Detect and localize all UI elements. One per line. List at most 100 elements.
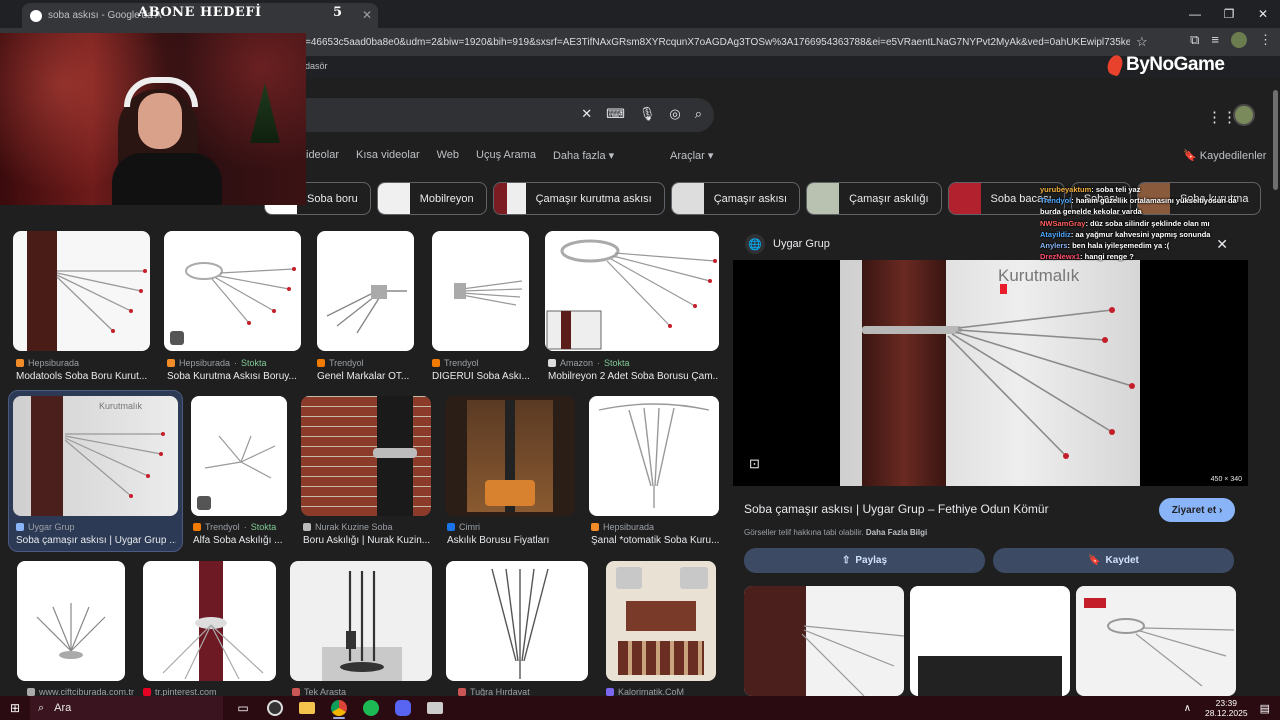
visit-button[interactable]: Ziyaret et › [1159, 498, 1235, 522]
clock[interactable]: 23:39 28.12.2025 [1205, 698, 1248, 718]
result-caption[interactable]: Soba çamaşır askısı | Uygar Grup ... [16, 535, 176, 546]
bookmark-folder[interactable]: dasör [305, 61, 328, 71]
result-caption[interactable]: Soba Kurutma Askısı Boruy... [167, 371, 304, 382]
related-image[interactable] [1076, 586, 1236, 696]
search-nav-tabs: ideolar Kısa videolar Web Uçuş Arama Dah… [306, 149, 631, 162]
profile-icon[interactable] [1231, 32, 1247, 48]
result-image[interactable] [606, 561, 716, 681]
tab-videos[interactable]: ideolar [306, 149, 339, 162]
task-view-icon[interactable]: ▭ [227, 696, 259, 720]
microphone-icon[interactable]: 🎙 [639, 106, 656, 122]
result-image[interactable] [432, 231, 529, 351]
google-favicon-icon [30, 9, 42, 22]
address-bar[interactable]: y=46653c5aad0ba8e0&udm=2&biw=1920&bih=91… [300, 30, 1160, 54]
result-caption[interactable]: Modatools Soba Boru Kurut... [16, 371, 153, 382]
share-button[interactable]: ⇧ Paylaş [744, 548, 985, 573]
lens-badge-icon [170, 331, 184, 345]
result-caption[interactable]: Askılık Borusu Fiyatları [447, 535, 575, 546]
visual-search-icon[interactable]: ⊡ [749, 456, 760, 472]
result-image[interactable] [164, 231, 301, 351]
result-caption[interactable]: Mobilreyon 2 Adet Soba Borusu Çam... [548, 371, 718, 382]
result-caption[interactable]: Genel Markalar OT... [317, 371, 414, 382]
result-caption[interactable]: Boru Askılığı | Nurak Kuzin... [303, 535, 431, 546]
keyboard-icon[interactable]: ⌨ [606, 106, 625, 122]
panel-site[interactable]: 🌐 Uygar Grup [745, 234, 830, 254]
account-avatar[interactable] [1233, 104, 1255, 126]
related-image[interactable] [910, 586, 1070, 696]
saved-button[interactable]: 🔖 Kaydedilenler [1183, 149, 1266, 162]
restore-icon[interactable]: ❐ [1212, 0, 1246, 28]
spotify-icon[interactable] [355, 696, 387, 720]
result-image[interactable] [13, 231, 150, 351]
result-image[interactable] [317, 231, 414, 351]
share-label: Paylaş [855, 555, 888, 566]
result-caption[interactable]: Alfa Soba Askılığı ... [193, 535, 289, 546]
chat-user: Atayildiz [1040, 229, 1071, 239]
more-info-link[interactable]: Daha Fazla Bilgi [866, 528, 927, 537]
result-source: Tek Arasta [304, 687, 347, 696]
result-image[interactable] [143, 561, 276, 681]
bookmark-star-icon[interactable]: ☆ [1136, 34, 1148, 50]
chip[interactable]: Çamaşır askısı [670, 182, 801, 215]
result-caption[interactable]: DIGERUI Soba Askı... [432, 371, 529, 382]
tab-more[interactable]: Daha fazla ▾ [553, 149, 614, 162]
search-box[interactable]: ✕ ⌨ 🎙 ◎ ⌕ [300, 98, 714, 132]
extensions-icon[interactable]: ⧉ [1190, 32, 1199, 48]
menu-icon[interactable]: ⋮ [1259, 32, 1272, 48]
chat-message: burda genelde kekolar varda [1040, 206, 1280, 217]
notification-icon[interactable]: ▤ [1260, 702, 1270, 715]
result-image[interactable]: Kurutmalık [13, 396, 178, 516]
preview-image[interactable]: Kurutmalık [840, 260, 1140, 486]
chrome-icon[interactable] [323, 696, 355, 720]
discord-icon[interactable] [387, 696, 419, 720]
tray-chevron-icon[interactable]: ∧ [1184, 703, 1191, 714]
preview-image-area[interactable]: Kurutmalık ⊡ 450 × 340 [733, 260, 1248, 486]
tools-button[interactable]: Araçlar ▾ [670, 149, 713, 162]
result-source: Amazon [560, 358, 594, 368]
chip-label: Çamaşır askılığı [849, 192, 929, 205]
app-window-icon[interactable] [419, 696, 451, 720]
chat-text: burda genelde kekolar varda [1040, 207, 1142, 217]
minimize-icon[interactable]: — [1178, 0, 1212, 28]
tab-close-icon[interactable]: ✕ [362, 8, 372, 22]
tab-web[interactable]: Web [437, 149, 459, 162]
file-explorer-icon[interactable] [291, 696, 323, 720]
result-image[interactable] [290, 561, 432, 681]
clear-search-icon[interactable]: ✕ [581, 106, 592, 122]
chat-user: yurubeyaktum [1040, 185, 1092, 194]
chip[interactable]: Çamaşır kurutma askısı [492, 182, 665, 215]
page-scrollbar[interactable] [1270, 78, 1280, 696]
copyright-notice: Görseller telif hakkına tabi olabilir. D… [744, 528, 927, 537]
visit-label: Ziyaret et [1171, 504, 1217, 516]
obs-icon[interactable] [259, 696, 291, 720]
tab-flights[interactable]: Uçuş Arama [476, 149, 536, 162]
lens-icon[interactable]: ◎ [669, 106, 680, 122]
tab-short-videos[interactable]: Kısa videolar [356, 149, 420, 162]
result-source: Nurak Kuzine Soba [315, 522, 393, 532]
chip[interactable]: Çamaşır askılığı [806, 182, 942, 215]
stock-badge: Stokta [604, 358, 630, 368]
media-icon[interactable]: ≡ [1211, 32, 1219, 48]
chat-message: Trendyol: hanım güzellik ortalamasını yü… [1040, 195, 1280, 206]
result-caption[interactable]: Şanal *otomatik Soba Kuru... [591, 535, 719, 546]
image-dimensions: 450 × 340 [1210, 476, 1242, 483]
search-icon[interactable]: ⌕ [695, 106, 702, 122]
scrollbar-thumb[interactable] [1273, 90, 1278, 190]
result-image[interactable] [191, 396, 287, 516]
result-image[interactable] [446, 561, 588, 681]
result-image[interactable] [445, 396, 575, 516]
result-image[interactable] [17, 561, 125, 681]
save-button[interactable]: 🔖 Kaydet [993, 548, 1234, 573]
chat-text: : ben hala iyileşemedim ya :( [1067, 241, 1170, 251]
chip[interactable]: Mobilreyon [376, 182, 487, 215]
related-image[interactable] [744, 586, 904, 696]
result-image[interactable] [545, 231, 719, 351]
panel-title[interactable]: Soba çamaşır askısı | Uygar Grup – Fethi… [744, 502, 1049, 516]
result-image[interactable] [301, 396, 431, 516]
clock-date: 28.12.2025 [1205, 708, 1248, 718]
windows-start-icon[interactable]: ⊞ [0, 696, 30, 720]
taskbar-search[interactable]: ⌕ Ara [30, 696, 223, 720]
window-close-icon[interactable]: ✕ [1246, 0, 1280, 28]
result-image[interactable] [589, 396, 719, 516]
result-source: Trendyol [205, 522, 240, 532]
